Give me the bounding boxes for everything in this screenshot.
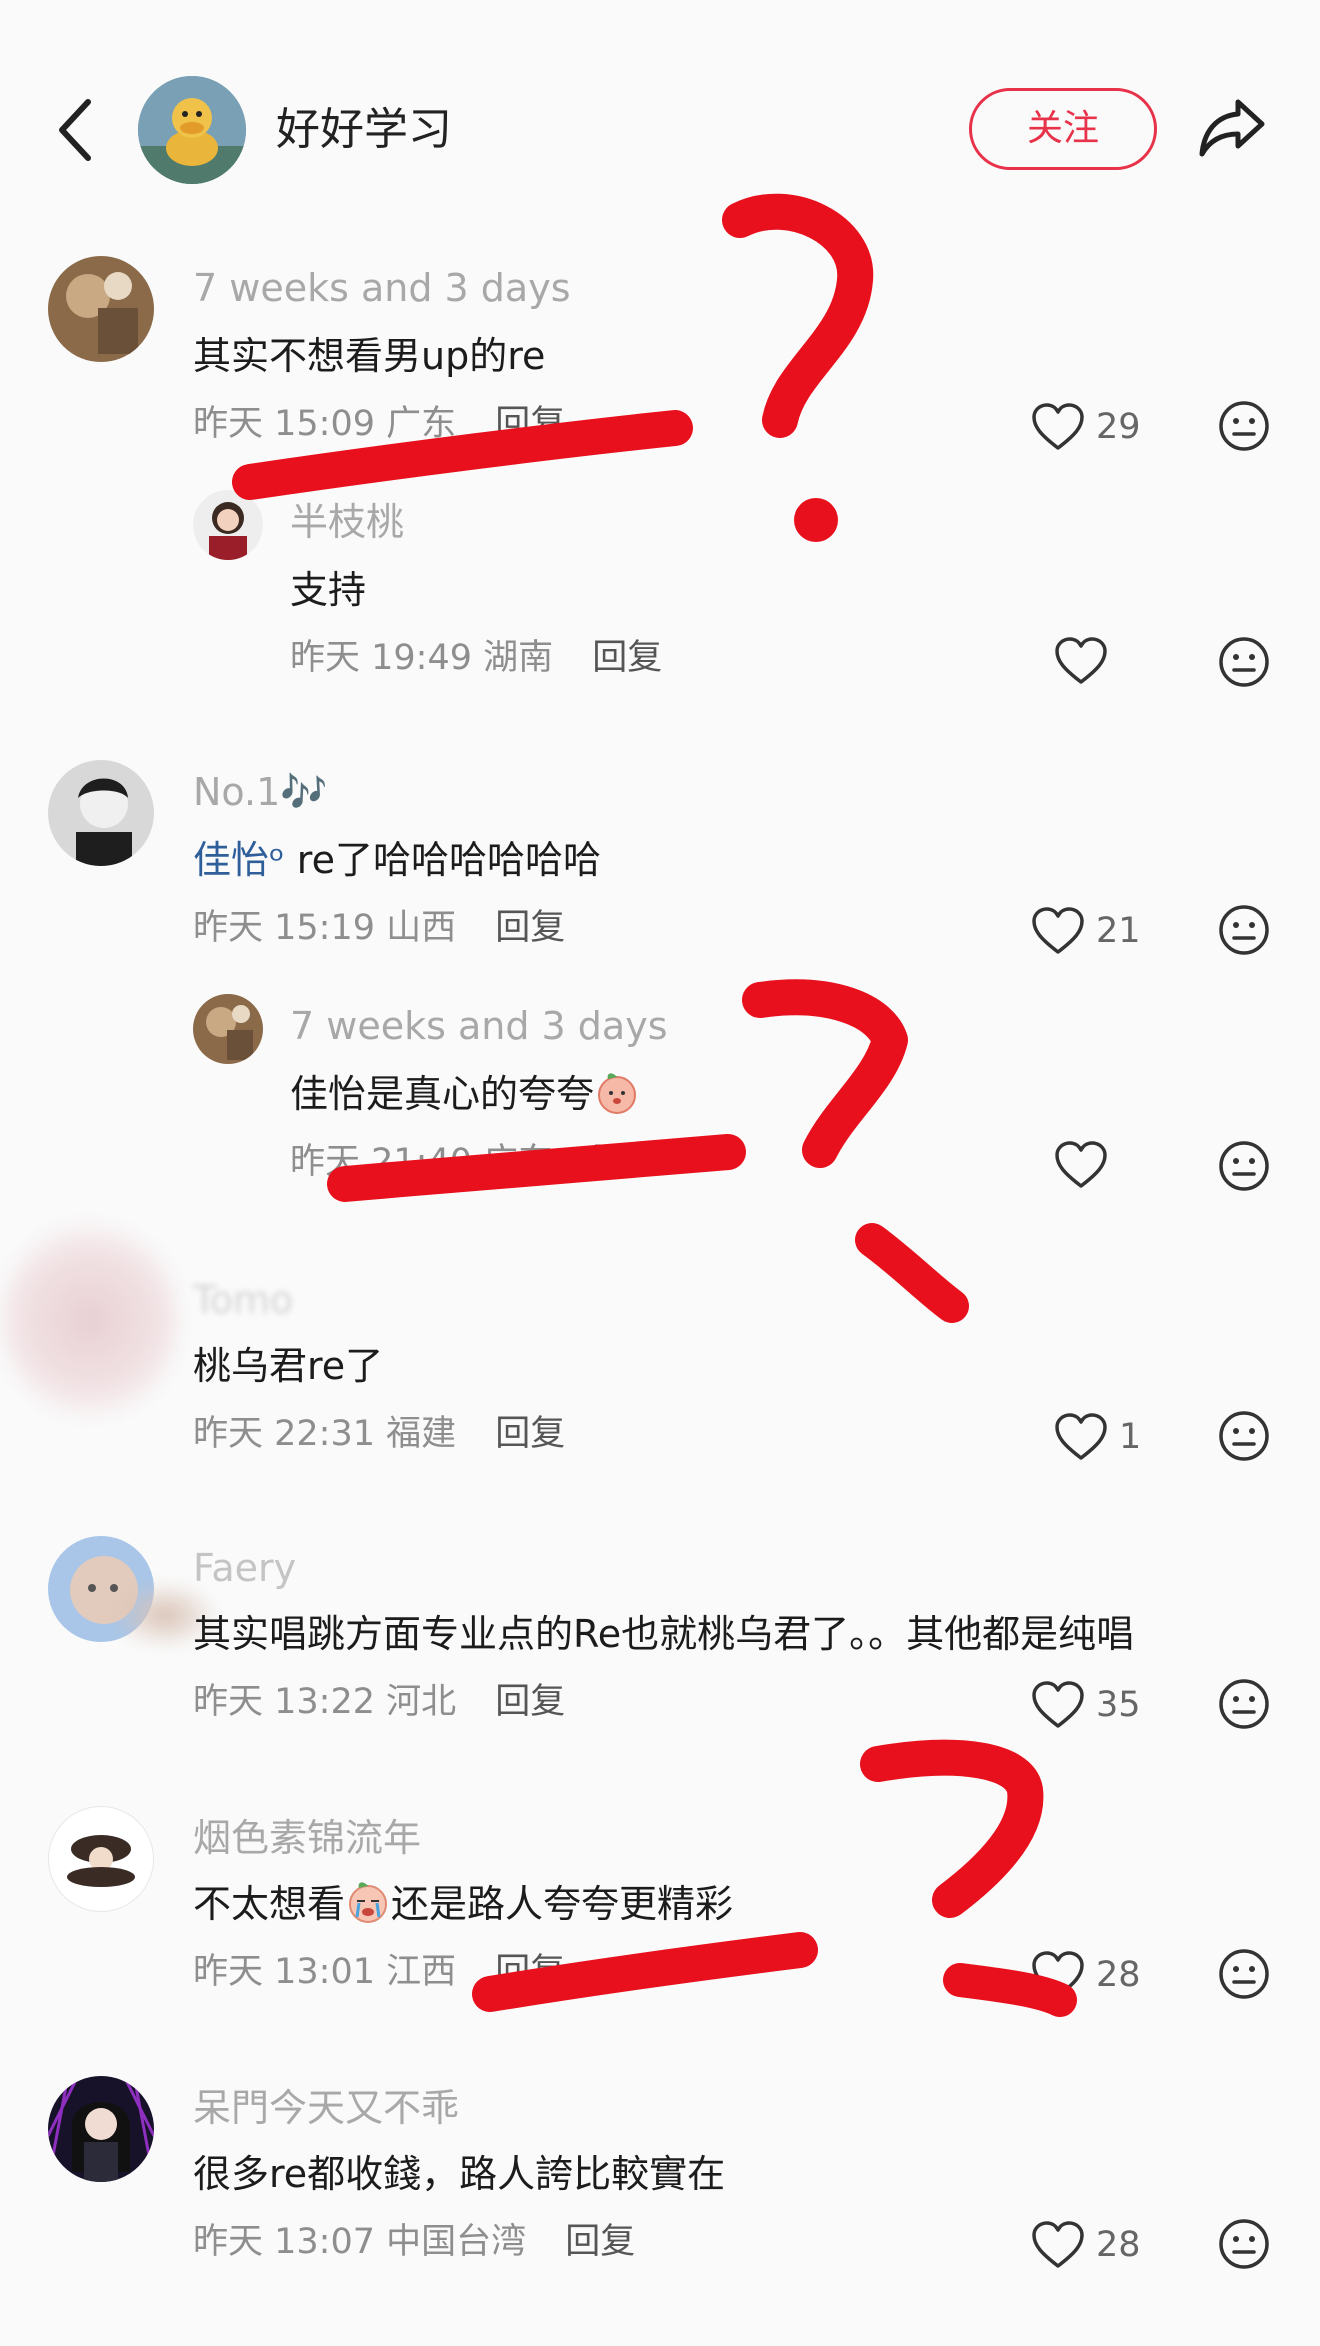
comment-username[interactable]: No.1🎶	[193, 766, 328, 818]
comment-username[interactable]: 7 weeks and 3 days	[193, 262, 571, 314]
avatar[interactable]	[48, 2076, 154, 2182]
comment-username[interactable]: 半枝桃	[290, 496, 404, 548]
meh-face-icon[interactable]	[1218, 400, 1270, 452]
like-icon[interactable]	[1054, 1412, 1108, 1462]
comment-meta: 昨天 13:22 河北 回复	[193, 1678, 565, 1726]
like-count: 28	[1096, 1955, 1141, 1995]
comment-username[interactable]: 烟色素锦流年	[193, 1812, 421, 1864]
comment-text: 佳怡是真心的夸夸	[290, 1068, 640, 1120]
author-avatar[interactable]	[138, 76, 246, 184]
mention-link[interactable]: 佳怡ᵒ	[193, 838, 285, 882]
avatar[interactable]	[0, 1220, 180, 1420]
meh-face-icon[interactable]	[1218, 2218, 1270, 2270]
comment-location: 湖南	[483, 638, 554, 678]
comment-time: 昨天 13:01	[193, 1952, 375, 1992]
comment-location: 山西	[386, 908, 457, 948]
reply-button[interactable]: 回复	[495, 1682, 565, 1722]
comment-meta: 昨天 15:09 广东 回复	[193, 400, 565, 448]
comment-text: 支持	[290, 568, 367, 612]
peach-emoji-icon	[594, 1069, 640, 1115]
like-icon[interactable]	[1031, 2220, 1085, 2270]
comment-meta: 昨天 22:31 福建 回复	[193, 1410, 565, 1458]
comment-location: 广东	[386, 404, 457, 444]
like-icon[interactable]	[1031, 1680, 1085, 1730]
avatar[interactable]	[48, 760, 154, 866]
back-icon[interactable]	[48, 92, 108, 168]
meh-face-icon[interactable]	[1218, 1140, 1270, 1192]
comment-location: 福建	[386, 1414, 457, 1454]
page-title: 好好学习	[276, 104, 452, 155]
comment-meta: 昨天 21:40 广东 回复	[290, 1138, 662, 1186]
reply-button[interactable]: 回复	[495, 1414, 565, 1454]
like-count: 35	[1096, 1685, 1141, 1725]
reply-button[interactable]: 回复	[495, 1952, 565, 1992]
like-icon[interactable]	[1031, 1950, 1085, 2000]
comment-time: 昨天 19:49	[290, 638, 472, 678]
follow-button[interactable]: 关注	[969, 88, 1157, 170]
comment-username[interactable]: Tomo	[193, 1274, 293, 1326]
comment-text: 其实唱跳方面专业点的Re也就桃乌君了。。其他都是纯唱	[193, 1612, 1135, 1656]
reply-button[interactable]: 回复	[565, 2222, 635, 2262]
avatar[interactable]	[48, 256, 154, 362]
comment-meta: 昨天 13:07 中国台湾 回复	[193, 2218, 635, 2266]
seven-stroke	[742, 979, 908, 1168]
reply-button[interactable]: 回复	[495, 908, 565, 948]
reply-button[interactable]: 回复	[592, 1142, 662, 1182]
comment-text: 桃乌君re了	[193, 1344, 384, 1388]
like-icon[interactable]	[1031, 906, 1085, 956]
avatar[interactable]	[193, 490, 263, 560]
like-count: 29	[1096, 407, 1141, 447]
comment-time: 昨天 15:09	[193, 404, 375, 444]
comment-time: 昨天 22:31	[193, 1414, 375, 1454]
comment-text: 佳怡ᵒ re了哈哈哈哈哈哈	[193, 838, 601, 882]
avatar[interactable]	[48, 1806, 154, 1912]
comment-meta: 昨天 13:01 江西 回复	[193, 1948, 565, 1996]
like-count: 28	[1096, 2225, 1141, 2265]
two-stroke	[860, 1739, 1044, 1918]
like-icon[interactable]	[1054, 1140, 1108, 1190]
meh-face-icon[interactable]	[1218, 904, 1270, 956]
meh-face-icon[interactable]	[1218, 1410, 1270, 1462]
reply-button[interactable]: 回复	[495, 404, 565, 444]
dash-stroke	[855, 1223, 969, 1323]
comment-time: 昨天 13:07	[193, 2222, 375, 2262]
crying-emoji-icon	[345, 1879, 391, 1925]
meh-face-icon[interactable]	[1218, 1678, 1270, 1730]
comment-username[interactable]: Faery	[193, 1542, 296, 1594]
comment-text: 其实不想看男up的re	[193, 334, 546, 378]
comment-text: 很多re都收錢，路人誇比較實在	[193, 2152, 726, 2196]
comment-location: 中国台湾	[386, 2222, 527, 2262]
question-mark-stroke	[722, 193, 874, 438]
comment-meta: 昨天 15:19 山西 回复	[193, 904, 565, 952]
reply-button[interactable]: 回复	[592, 638, 662, 678]
like-icon[interactable]	[1054, 636, 1108, 686]
meh-face-icon[interactable]	[1218, 636, 1270, 688]
comment-location: 江西	[386, 1952, 457, 1992]
comment-meta: 昨天 19:49 湖南 回复	[290, 634, 662, 682]
comment-text: 不太想看 还是路人夸夸更精彩	[193, 1878, 733, 1930]
comment-time: 昨天 13:22	[193, 1682, 375, 1722]
comment-time: 昨天 15:19	[193, 908, 375, 948]
avatar[interactable]	[193, 994, 263, 1064]
comment-location: 广东	[483, 1142, 554, 1182]
comment-time: 昨天 21:40	[290, 1142, 472, 1182]
question-mark-dot	[794, 498, 838, 542]
meh-face-icon[interactable]	[1218, 1948, 1270, 2000]
share-icon[interactable]	[1196, 94, 1268, 162]
like-count: 1	[1119, 1417, 1142, 1457]
like-icon[interactable]	[1031, 402, 1085, 452]
comment-username[interactable]: 呆門今天又不乖	[193, 2082, 459, 2134]
like-count: 21	[1096, 911, 1141, 951]
comment-location: 河北	[386, 1682, 457, 1722]
comment-username[interactable]: 7 weeks and 3 days	[290, 1000, 668, 1052]
